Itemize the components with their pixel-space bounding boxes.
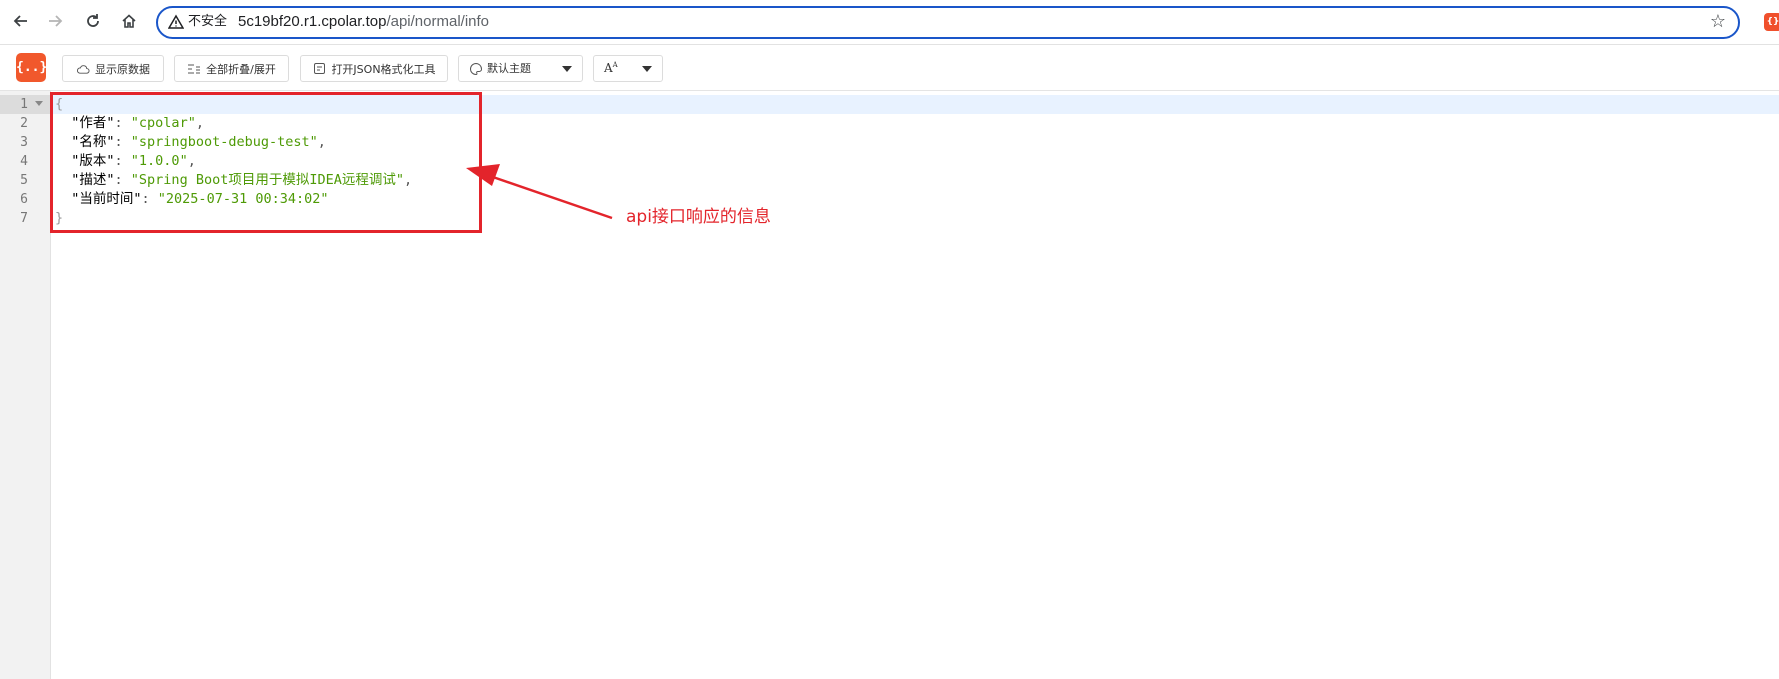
fold-all-button[interactable]: 全部折叠/展开 [174,55,289,82]
theme-select-value: 默认主题 [487,62,531,75]
line-number: 2 [20,116,28,131]
reload-icon[interactable] [80,8,106,34]
fold-toggle-icon[interactable] [35,101,43,106]
address-bar[interactable]: 不安全 5c19bf20.r1.cpolar.top/api/normal/in… [156,6,1740,39]
browser-toolbar: 不安全 5c19bf20.r1.cpolar.top/api/normal/in… [0,0,1779,45]
home-icon[interactable] [116,8,142,34]
chevron-down-icon [562,66,572,72]
annotation-label: api接口响应的信息 [626,207,771,227]
theme-select[interactable]: 默认主题 [458,55,583,82]
extension-icon[interactable]: {} [1764,13,1779,31]
line-number: 7 [20,211,28,226]
line-number: 6 [20,192,28,207]
url-host: 5c19bf20.r1.cpolar.top [238,13,387,30]
font-size-icon: AA [604,61,618,75]
chevron-down-icon [642,66,652,72]
url-text[interactable]: 5c19bf20.r1.cpolar.top/api/normal/info [238,12,489,32]
json-viewer-toolbar: {..} 显示原数据 全部折叠/展开 打开JSON格式化工具 默认主题 AA [0,45,1779,91]
fold-icon [187,62,201,76]
tool-icon [312,62,326,76]
line-number: 4 [20,154,28,169]
line-number: 5 [20,173,28,188]
warning-icon[interactable] [167,14,185,30]
security-label[interactable]: 不安全 [188,13,227,31]
font-size-select[interactable]: AA [593,55,663,82]
star-icon[interactable]: ☆ [1710,11,1726,33]
annotation-highlight-box [50,92,482,233]
show-raw-button[interactable]: 显示原数据 [62,55,164,82]
show-raw-label: 显示原数据 [95,62,150,76]
cloud-icon [76,62,90,76]
arrow-left-icon[interactable] [8,8,34,34]
open-json-tool-label: 打开JSON格式化工具 [331,62,436,76]
palette-icon [469,62,483,79]
url-path: /api/normal/info [386,13,490,30]
fold-all-label: 全部折叠/展开 [206,62,276,76]
line-number: 1 [20,97,28,112]
json-viewer-logo: {..} [16,53,47,82]
arrow-right-icon[interactable] [42,8,68,34]
line-number: 3 [20,135,28,150]
open-json-tool-button[interactable]: 打开JSON格式化工具 [300,55,448,82]
